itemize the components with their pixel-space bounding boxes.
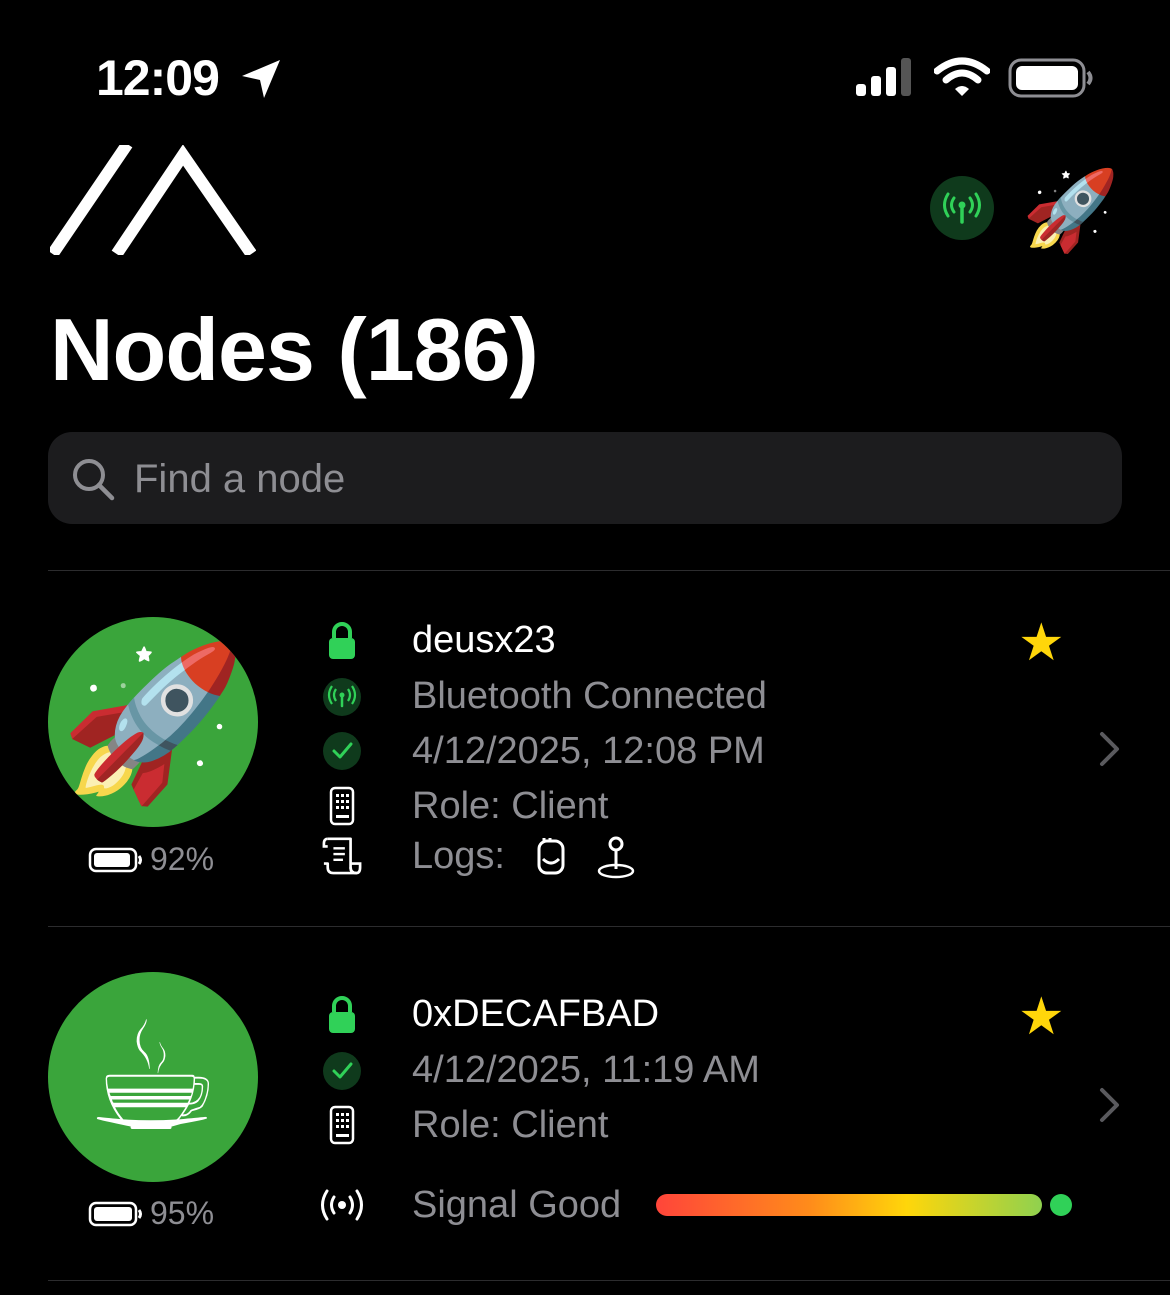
- node-avatar: 🚀: [48, 617, 258, 827]
- chevron-right-icon: [1098, 1087, 1122, 1128]
- wifi-icon: [933, 57, 991, 104]
- connection-status-button[interactable]: [930, 176, 994, 240]
- last-heard: 4/12/2025, 12:08 PM: [412, 730, 765, 772]
- node-avatar: ☕: [48, 972, 258, 1182]
- connection-status: Bluetooth Connected: [412, 675, 767, 717]
- battery-icon: [1008, 58, 1094, 105]
- checkmark-icon: [322, 1051, 362, 1091]
- favorite-star-icon[interactable]: ★: [1018, 617, 1065, 669]
- signal-waves-icon: [316, 1185, 368, 1225]
- profile-rocket-button[interactable]: 🚀: [1022, 162, 1119, 258]
- node-battery: 95%: [88, 1195, 214, 1232]
- chevron-right-icon: [1098, 731, 1122, 772]
- app-logo: [47, 140, 257, 260]
- node-role: Role: Client: [412, 785, 609, 827]
- lock-icon: [322, 621, 362, 661]
- antenna-icon: [943, 192, 981, 224]
- search-input[interactable]: [132, 446, 1096, 512]
- node-role: Role: Client: [412, 1104, 609, 1146]
- lock-icon: [322, 995, 362, 1035]
- battery-percent: 95%: [150, 1195, 215, 1231]
- device-icon: [322, 1105, 362, 1145]
- battery-icon: [88, 1201, 142, 1226]
- last-heard: 4/12/2025, 11:19 AM: [412, 1049, 760, 1091]
- page-title: Nodes (186): [50, 300, 539, 399]
- search-icon: [73, 459, 115, 501]
- device-icon: [322, 786, 362, 826]
- scroll-icon: [322, 835, 362, 875]
- device-log-icon: [534, 837, 568, 882]
- status-time: 12:09: [96, 50, 220, 106]
- signal-strength: Signal Good: [412, 1184, 622, 1226]
- node-row-deusx23[interactable]: 🚀 92% deusx23 Bluetooth Connected 4/12/2…: [0, 571, 1170, 926]
- position-log-icon: [596, 835, 636, 884]
- battery-icon: [88, 847, 142, 872]
- signal-strength-bar: [656, 1194, 1042, 1216]
- cellular-signal-icon: [856, 58, 914, 103]
- signal-indicator-dot: [1050, 1194, 1072, 1216]
- checkmark-icon: [322, 731, 362, 771]
- divider: [48, 1280, 1170, 1281]
- battery-percent: 92%: [150, 841, 215, 877]
- antenna-icon: [322, 677, 362, 717]
- node-name: 0xDECAFBAD: [412, 993, 660, 1035]
- node-battery: 92%: [88, 841, 214, 878]
- logs-label: Logs:: [412, 835, 505, 877]
- location-arrow-icon: [240, 58, 282, 105]
- search-bar[interactable]: [48, 432, 1122, 524]
- node-name: deusx23: [412, 619, 556, 661]
- node-row-0xdecafbad[interactable]: ☕ 95% 0xDECAFBAD 4/12/2025, 11:19 AM Rol…: [0, 927, 1170, 1280]
- favorite-star-icon[interactable]: ★: [1018, 991, 1065, 1043]
